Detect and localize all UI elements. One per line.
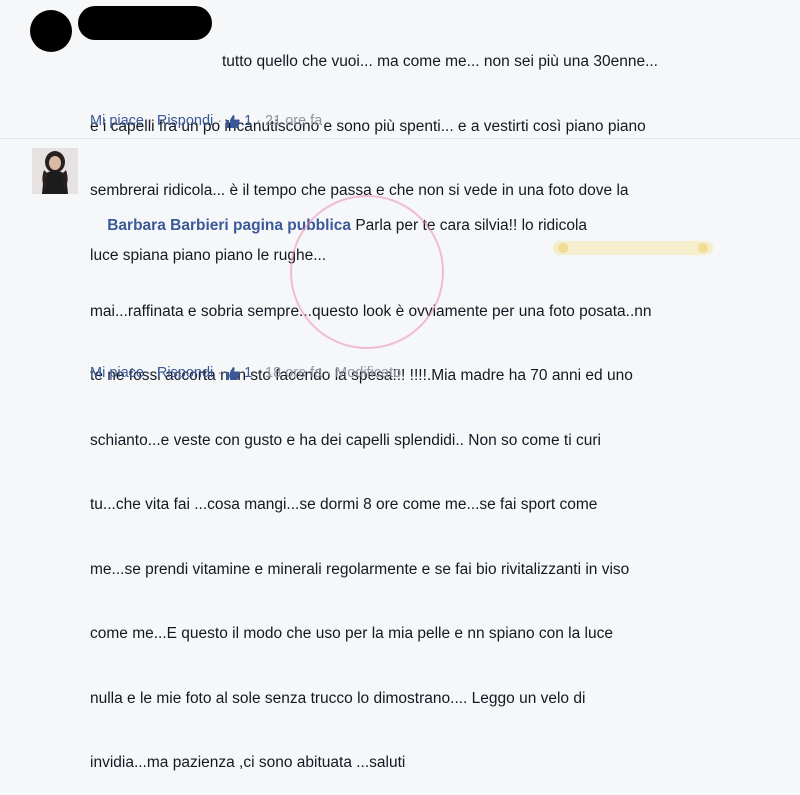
reply-link[interactable]: Rispondi [157,365,213,381]
comment-2-actions: Mi piace · Rispondi · 1 · 18 ore fa · Mo… [90,365,401,381]
comment-2-text: Barbara Barbieri pagina pubblica Parla p… [90,150,652,795]
comment-2-line: come me...E questo il modo che uso per l… [90,625,613,642]
avatar-redacted[interactable] [30,10,72,52]
comment-1-actions: Mi piace · Rispondi · 1 · 21 ore fa [90,113,322,129]
comment-2-line: schianto...e veste con gusto e ha dei ca… [90,431,601,449]
dot-separator: · [217,113,223,129]
like-link[interactable]: Mi piace [90,113,144,129]
dot-separator: · [256,365,262,381]
like-count-link[interactable]: 1 [226,113,252,129]
like-count-link[interactable]: 1 [226,365,252,381]
dot-separator: · [326,365,332,381]
avatar[interactable] [32,148,78,194]
thumbs-up-icon [226,367,240,380]
timestamp-link[interactable]: 18 ore fa [265,365,322,381]
comment-2-line: me...se prendi vitamine e minerali regol… [90,560,630,578]
comment-2-line: nulla e le mie foto al sole senza trucco… [90,689,586,707]
comment-2-line: tu...che vita fai ...cosa mangi...se dor… [90,496,598,513]
dot-separator: · [217,365,223,381]
timestamp-link[interactable]: 21 ore fa [265,113,322,129]
comment-2-line: mai...raffinata e sobria sempre...questo… [90,302,652,320]
comment-1-line: tutto quello che vuoi... ma come me... n… [222,53,658,70]
like-count: 1 [244,365,253,381]
comment-2-first-line: Barbara Barbieri pagina pubblica Parla p… [90,193,652,258]
author-name-link[interactable]: Barbara Barbieri pagina pubblica [107,217,351,234]
reply-link[interactable]: Rispondi [157,113,213,129]
avatar-photo-icon [32,148,78,194]
comment-2-line: invidia...ma pazienza ,ci sono abituata … [90,754,406,771]
thumbs-up-icon [226,115,240,128]
comment-1: tutto quello che vuoi... ma come me... n… [0,0,800,264]
like-count: 1 [244,113,253,129]
comment-2-line: Parla per te cara silvia!! lo ridicola [355,216,588,234]
edited-link[interactable]: Modificato [335,365,401,381]
dot-separator: · [148,365,153,381]
dot-separator: · [256,113,262,129]
like-link[interactable]: Mi piace [90,365,144,381]
dot-separator: · [148,113,153,129]
